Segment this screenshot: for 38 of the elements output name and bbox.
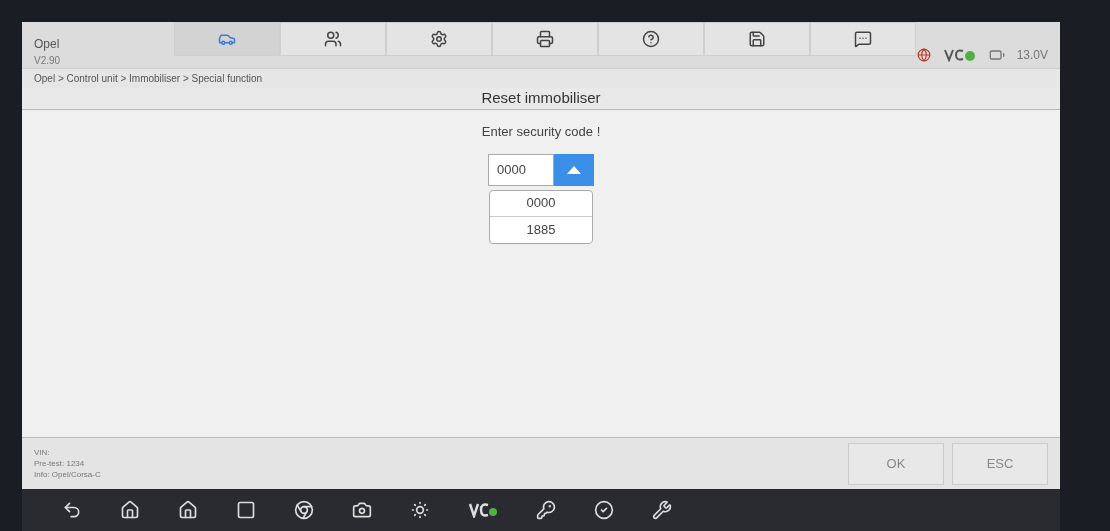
brand-label: Opel [34, 36, 61, 53]
back-icon[interactable] [62, 500, 82, 520]
info-line: Pre-test: 1234 [34, 458, 86, 469]
dropdown-option[interactable]: 1885 [490, 216, 592, 243]
check-circle-icon[interactable] [594, 500, 614, 520]
save-icon [748, 30, 766, 48]
browser-icon[interactable] [294, 500, 314, 520]
vci-icon[interactable] [468, 502, 498, 518]
dropdown-toggle[interactable] [554, 153, 594, 186]
toolbar-tab[interactable] [280, 22, 386, 56]
toolbar-tab[interactable] [386, 22, 492, 56]
wrench-icon[interactable] [652, 500, 672, 520]
dropdown-option[interactable]: 0000 [490, 190, 592, 217]
sun-icon[interactable] [410, 500, 430, 520]
page-title: Reset immobiliser [481, 88, 601, 109]
home-icon[interactable] [120, 500, 140, 520]
voltage-label: 13.0V [1016, 47, 1048, 64]
chat-icon [854, 30, 872, 48]
globe-icon [916, 48, 931, 62]
code-field[interactable]: 0000 [488, 153, 554, 186]
version-label: V2.90 [34, 54, 62, 68]
camera-icon[interactable] [352, 500, 372, 520]
breadcrumb: Opel > Control unit > Immobiliser > Special function [34, 72, 263, 86]
house-icon[interactable] [178, 500, 198, 520]
toolbar-tab[interactable] [704, 22, 810, 56]
toolbar-tab[interactable] [492, 22, 598, 56]
key-icon[interactable] [536, 500, 556, 520]
square-icon[interactable] [236, 500, 256, 520]
info-line: VIN: [34, 447, 51, 458]
printer-icon [536, 30, 554, 48]
help-icon [642, 30, 660, 48]
toolbar-tab[interactable] [598, 22, 704, 56]
battery-icon [988, 47, 1005, 63]
info-line: Info: Opel/Corsa-C [34, 469, 102, 480]
people-icon [324, 30, 342, 48]
prompt-text: Enter security code ! [481, 123, 601, 141]
caret-icon [567, 165, 581, 174]
settings-icon [430, 30, 448, 48]
